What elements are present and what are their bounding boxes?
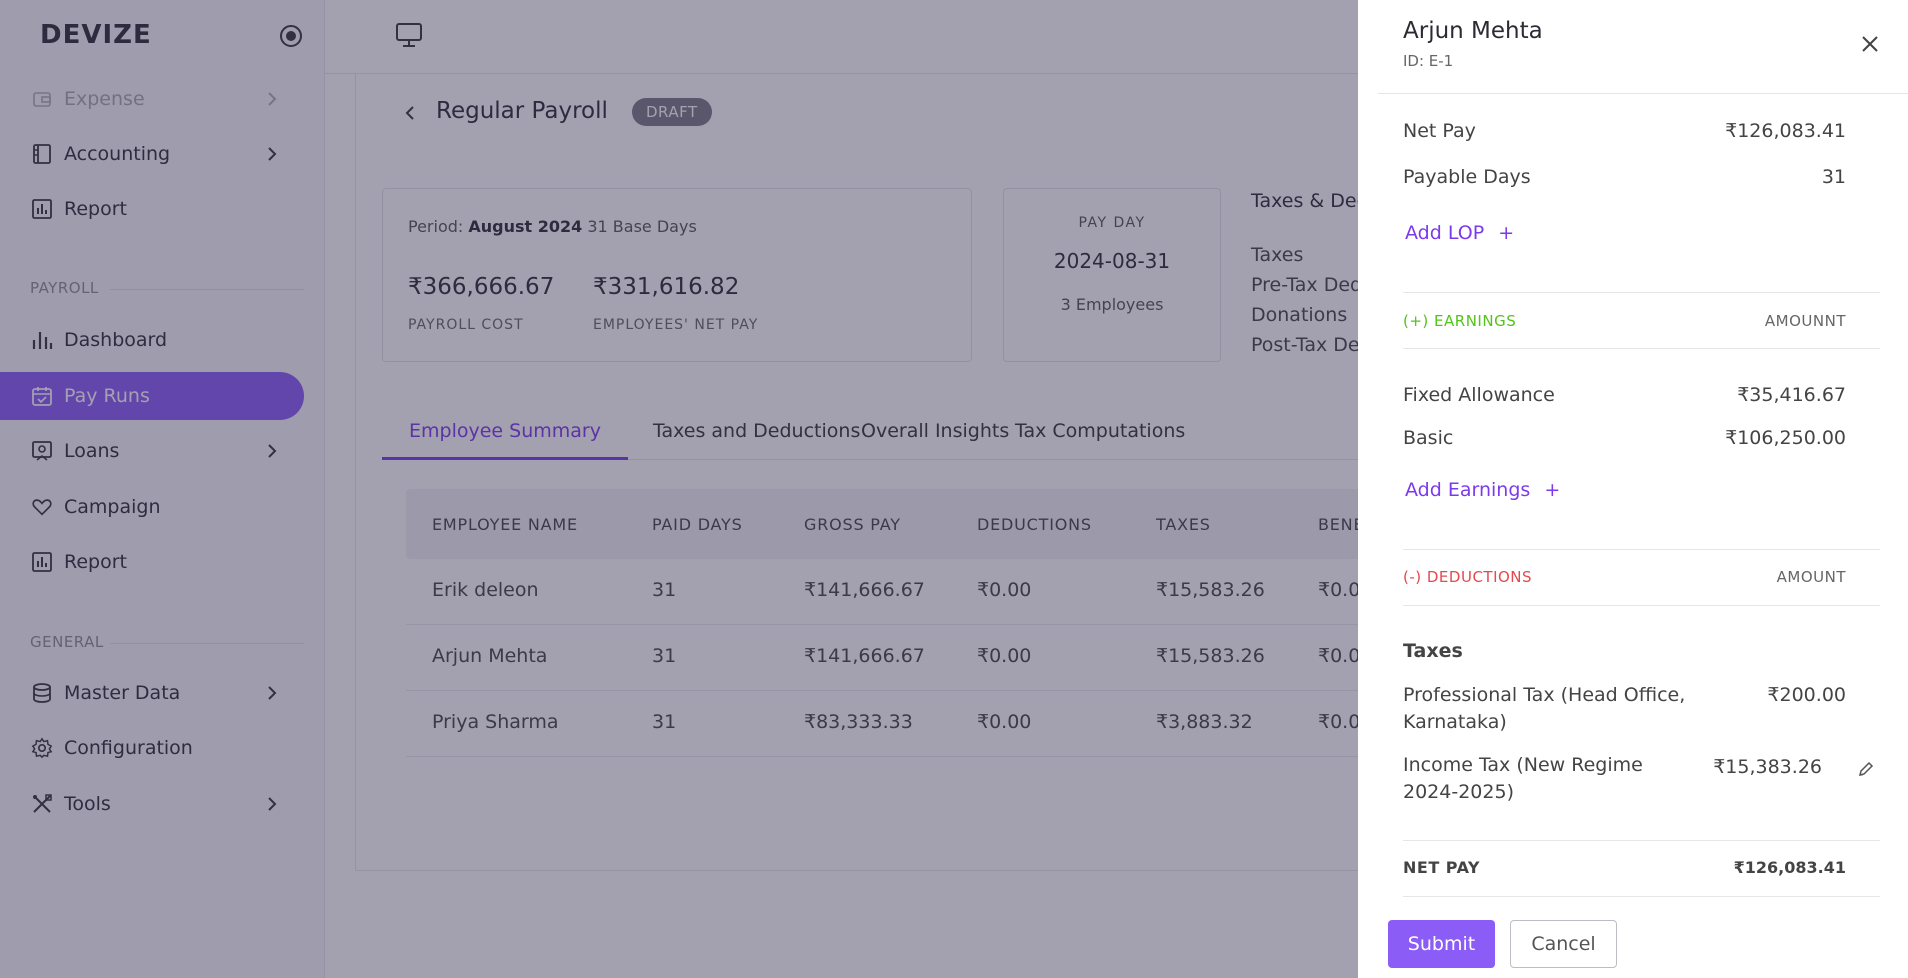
deductions-amount-header: AMOUNT bbox=[1776, 568, 1846, 586]
divider bbox=[1403, 292, 1880, 293]
edit-pencil-icon[interactable] bbox=[1857, 760, 1875, 778]
drawer-employee-name: Arjun Mehta bbox=[1403, 18, 1543, 44]
drawer-employee-id: ID: E-1 bbox=[1403, 52, 1454, 70]
plus-icon: + bbox=[1544, 479, 1561, 501]
submit-button[interactable]: Submit bbox=[1388, 920, 1495, 968]
payable-days-value: 31 bbox=[1821, 166, 1846, 188]
tax-label: Professional Tax (Head Office, Karnataka… bbox=[1403, 684, 1686, 733]
add-earnings-label: Add Earnings bbox=[1405, 479, 1531, 501]
add-lop-label: Add LOP bbox=[1405, 222, 1485, 244]
net-pay-value: ₹126,083.41 bbox=[1725, 120, 1846, 142]
earning-label: Fixed Allowance bbox=[1403, 384, 1555, 406]
total-net-pay-value: ₹126,083.41 bbox=[1733, 858, 1846, 877]
plus-icon: + bbox=[1498, 222, 1515, 244]
earning-amount: ₹106,250.00 bbox=[1725, 427, 1846, 449]
earning-amount: ₹35,416.67 bbox=[1737, 384, 1846, 406]
tax-label: Income Tax (New Regime 2024-2025) bbox=[1403, 754, 1643, 803]
divider bbox=[1403, 840, 1880, 841]
close-icon[interactable] bbox=[1858, 32, 1882, 56]
divider bbox=[1378, 93, 1908, 94]
divider bbox=[1403, 605, 1880, 606]
cancel-button[interactable]: Cancel bbox=[1510, 920, 1617, 968]
divider bbox=[1403, 348, 1880, 349]
tax-amount: ₹200.00 bbox=[1767, 684, 1846, 706]
net-pay-label: Net Pay bbox=[1403, 120, 1476, 142]
earning-label: Basic bbox=[1403, 427, 1454, 449]
add-lop-button[interactable]: Add LOP + bbox=[1405, 222, 1514, 244]
earnings-amount-header: AMOUNNT bbox=[1764, 312, 1846, 330]
employee-pay-drawer: Arjun Mehta ID: E-1 Net Pay ₹126,083.41 … bbox=[1358, 0, 1908, 978]
earnings-section-label: (+) EARNINGS bbox=[1403, 312, 1517, 330]
modal-backdrop[interactable] bbox=[0, 0, 1358, 978]
payable-days-label: Payable Days bbox=[1403, 166, 1531, 188]
taxes-subheading: Taxes bbox=[1403, 640, 1463, 662]
divider bbox=[1403, 549, 1880, 550]
add-earnings-button[interactable]: Add Earnings + bbox=[1405, 479, 1560, 501]
deductions-section-label: (-) DEDUCTIONS bbox=[1403, 568, 1533, 586]
divider bbox=[1403, 896, 1880, 897]
total-net-pay-label: NET PAY bbox=[1403, 858, 1480, 877]
tax-amount: ₹15,383.26 bbox=[1713, 756, 1822, 778]
